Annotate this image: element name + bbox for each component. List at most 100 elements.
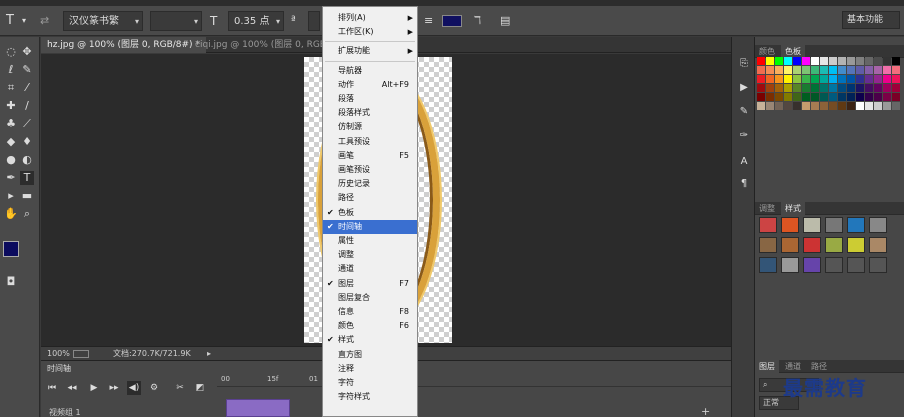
shape-icon[interactable]: ▬ xyxy=(20,189,34,203)
swatch[interactable] xyxy=(883,75,891,83)
swatch[interactable] xyxy=(811,66,819,74)
font-family-select[interactable]: 汉仪篆书繁 ▾ xyxy=(63,11,143,31)
style-preset[interactable] xyxy=(825,237,843,253)
menu-item[interactable]: 画笔 F5 xyxy=(323,149,417,163)
hand-icon[interactable]: ✋ xyxy=(4,207,18,221)
style-preset[interactable] xyxy=(781,237,799,253)
swatch[interactable] xyxy=(802,84,810,92)
first-frame-icon[interactable]: ⏮ xyxy=(45,381,59,395)
warp-text-icon[interactable]: ℸ xyxy=(474,11,481,31)
style-preset[interactable] xyxy=(781,217,799,233)
swatch[interactable] xyxy=(802,66,810,74)
antialias-select[interactable] xyxy=(308,11,320,31)
type-tool-icon[interactable]: T xyxy=(20,171,34,185)
swatch[interactable] xyxy=(784,57,792,65)
style-preset[interactable] xyxy=(803,217,821,233)
menu-item[interactable]: 路径 xyxy=(323,191,417,205)
move-icon[interactable]: ✥ xyxy=(20,45,34,59)
swatch[interactable] xyxy=(811,57,819,65)
tab-styles[interactable]: 样式 xyxy=(781,202,805,215)
style-preset[interactable] xyxy=(803,237,821,253)
swatch[interactable] xyxy=(874,102,882,110)
swatch[interactable] xyxy=(865,57,873,65)
crop-icon[interactable]: ⌗ xyxy=(4,81,18,95)
style-preset[interactable] xyxy=(869,217,887,233)
swatch[interactable] xyxy=(766,66,774,74)
status-menu-arrow-icon[interactable]: ▸ xyxy=(207,347,211,361)
tab-adjustments[interactable]: 调整 xyxy=(755,202,779,215)
swatch[interactable] xyxy=(793,84,801,92)
timeline-ruler[interactable]: 00 15f 01 xyxy=(217,375,731,387)
swatch[interactable] xyxy=(892,66,900,74)
swatch[interactable] xyxy=(892,57,900,65)
menu-item[interactable]: 调整 xyxy=(323,248,417,262)
swatch[interactable] xyxy=(883,102,891,110)
swatch[interactable] xyxy=(829,57,837,65)
swatch[interactable] xyxy=(784,75,792,83)
swatch[interactable] xyxy=(856,66,864,74)
style-preset[interactable] xyxy=(781,257,799,273)
tab-hz[interactable]: hz.jpg @ 100% (图层 0, RGB/8#) * xyxy=(41,37,206,53)
swatch[interactable] xyxy=(847,57,855,65)
swatch[interactable] xyxy=(802,75,810,83)
lasso-icon[interactable]: ℓ xyxy=(4,63,18,77)
swatch[interactable] xyxy=(847,66,855,74)
quick-mask-icon[interactable]: ◘ xyxy=(4,275,18,289)
swatch[interactable] xyxy=(892,84,900,92)
swatch[interactable] xyxy=(775,57,783,65)
swatch[interactable] xyxy=(865,75,873,83)
swatch[interactable] xyxy=(847,84,855,92)
swatch[interactable] xyxy=(784,84,792,92)
menu-item[interactable]: 注释 xyxy=(323,362,417,376)
split-icon[interactable]: ✂ xyxy=(173,381,187,395)
swatch[interactable] xyxy=(775,102,783,110)
swatch[interactable] xyxy=(847,75,855,83)
swatch[interactable] xyxy=(784,102,792,110)
swatch[interactable] xyxy=(865,84,873,92)
eraser-icon[interactable]: ◆ xyxy=(4,135,18,149)
style-preset[interactable] xyxy=(825,257,843,273)
swatch[interactable] xyxy=(766,57,774,65)
swatch[interactable] xyxy=(802,102,810,110)
swatch[interactable] xyxy=(793,66,801,74)
healing-brush-icon[interactable]: ✚ xyxy=(4,99,18,113)
swatch[interactable] xyxy=(775,66,783,74)
swatch[interactable] xyxy=(829,66,837,74)
menu-item[interactable]: 导航器 xyxy=(323,64,417,78)
swatch[interactable] xyxy=(775,75,783,83)
menu-item[interactable]: 通道 xyxy=(323,262,417,276)
paragraph-panel-icon[interactable]: ¶ xyxy=(737,177,751,191)
font-size-input[interactable]: 0.35 点 ▾ xyxy=(228,11,284,31)
add-media-icon[interactable]: + xyxy=(701,405,710,417)
swatch[interactable] xyxy=(892,93,900,101)
export-icon[interactable] xyxy=(73,350,89,358)
history-panel-icon[interactable]: ⎘ xyxy=(737,57,751,71)
swatch[interactable] xyxy=(883,66,891,74)
swatch[interactable] xyxy=(802,93,810,101)
swatch[interactable] xyxy=(757,75,765,83)
swatch[interactable] xyxy=(865,66,873,74)
menu-item[interactable]: 工具预设 xyxy=(323,135,417,149)
swatch[interactable] xyxy=(883,57,891,65)
swatch[interactable] xyxy=(847,102,855,110)
settings-icon[interactable]: ⚙ xyxy=(147,381,161,395)
swatch[interactable] xyxy=(838,93,846,101)
prev-frame-icon[interactable]: ◂◂ xyxy=(65,381,79,395)
menu-item[interactable]: 信息 F8 xyxy=(323,305,417,319)
style-preset[interactable] xyxy=(759,257,777,273)
menu-item[interactable]: 段落样式 xyxy=(323,106,417,120)
swatch[interactable] xyxy=(766,102,774,110)
swatch[interactable] xyxy=(856,93,864,101)
swatch[interactable] xyxy=(838,66,846,74)
swatch[interactable] xyxy=(829,102,837,110)
swatch[interactable] xyxy=(757,66,765,74)
swatch[interactable] xyxy=(811,93,819,101)
swatch[interactable] xyxy=(829,84,837,92)
menu-item[interactable]: ✔ 图层 F7 xyxy=(323,277,417,291)
marquee-icon[interactable]: ◌ xyxy=(4,45,18,59)
style-preset[interactable] xyxy=(869,257,887,273)
workspace-button[interactable]: 基本功能 xyxy=(842,11,900,29)
swatch[interactable] xyxy=(775,93,783,101)
history-brush-icon[interactable]: ⟋ xyxy=(20,117,34,131)
dodge-icon[interactable]: ◐ xyxy=(20,153,34,167)
